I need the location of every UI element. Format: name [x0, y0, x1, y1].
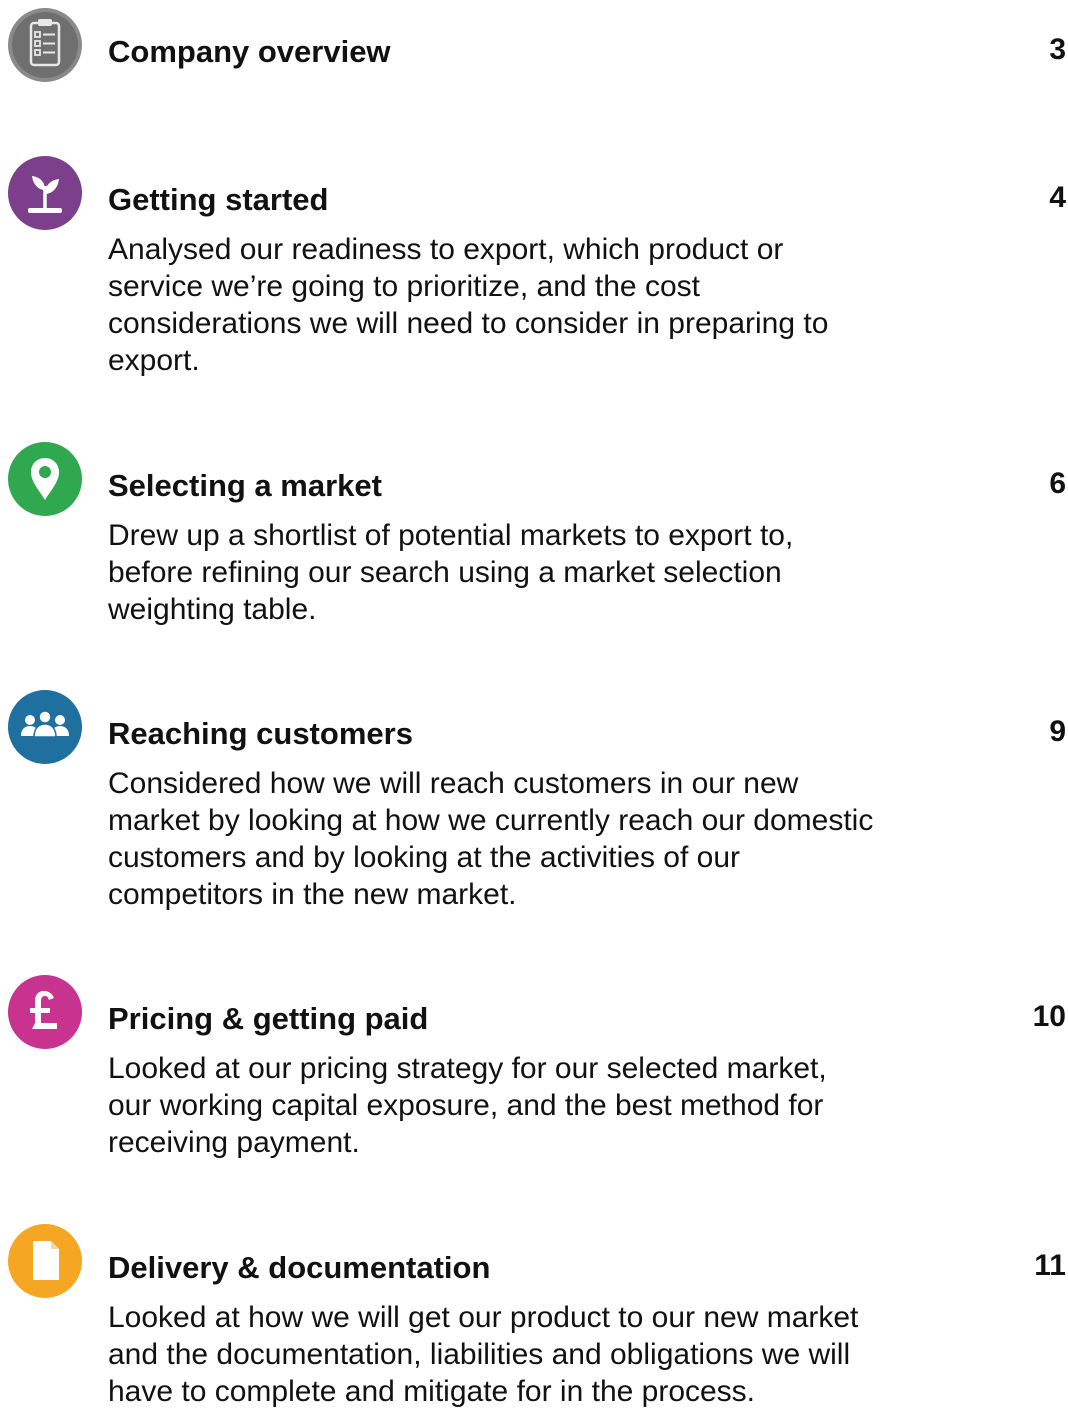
- description-line: have to complete and mitigate for in the…: [108, 1375, 756, 1408]
- description-line: Looked at how we will get our product to…: [108, 1301, 859, 1334]
- description-line: and the documentation, liabilities and o…: [108, 1338, 851, 1371]
- toc-description: Drew up a shortlist of potential markets…: [108, 517, 948, 628]
- toc-page-number: 11: [1034, 1249, 1066, 1282]
- toc-description: Looked at our pricing strategy for our s…: [108, 1050, 948, 1161]
- description-line: weighting table.: [108, 593, 317, 626]
- description-line: Considered how we will reach customers i…: [108, 767, 799, 800]
- description-line: our working capital exposure, and the be…: [108, 1089, 824, 1122]
- map-pin-icon: [8, 442, 82, 516]
- description-line: Looked at our pricing strategy for our s…: [108, 1052, 827, 1085]
- description-line: Drew up a shortlist of potential markets…: [108, 519, 794, 552]
- toc-description: Analysed our readiness to export, which …: [108, 231, 948, 379]
- toc-page-number: 4: [1049, 181, 1066, 214]
- description-line: receiving payment.: [108, 1126, 360, 1159]
- description-line: before refining our search using a marke…: [108, 556, 782, 589]
- description-line: export.: [108, 344, 200, 377]
- toc-title: Reaching customers: [108, 716, 413, 751]
- toc-page-number: 6: [1049, 467, 1066, 500]
- toc-page-number: 9: [1049, 715, 1066, 748]
- description-line: service we’re going to prioritize, and t…: [108, 270, 700, 303]
- people-group-icon: [8, 690, 82, 764]
- toc-page-number: 10: [1032, 1000, 1066, 1033]
- toc-page-number: 3: [1049, 33, 1066, 66]
- toc-title: Getting started: [108, 182, 329, 217]
- toc-description: Looked at how we will get our product to…: [108, 1299, 948, 1410]
- description-line: customers and by looking at the activiti…: [108, 841, 740, 874]
- toc-title: Pricing & getting paid: [108, 1001, 429, 1036]
- description-line: Analysed our readiness to export, which …: [108, 233, 784, 266]
- toc-title: Delivery & documentation: [108, 1250, 491, 1285]
- document-icon: [8, 1224, 82, 1298]
- seedling-icon: [8, 156, 82, 230]
- toc-title: Selecting a market: [108, 468, 382, 503]
- toc-title: Company overview: [108, 34, 391, 69]
- pound-sign-icon: [8, 975, 82, 1049]
- toc-description: Considered how we will reach customers i…: [108, 765, 948, 913]
- clipboard-list-icon: [8, 8, 82, 82]
- description-line: considerations we will need to consider …: [108, 307, 829, 340]
- description-line: market by looking at how we currently re…: [108, 804, 874, 837]
- description-line: competitors in the new market.: [108, 878, 517, 911]
